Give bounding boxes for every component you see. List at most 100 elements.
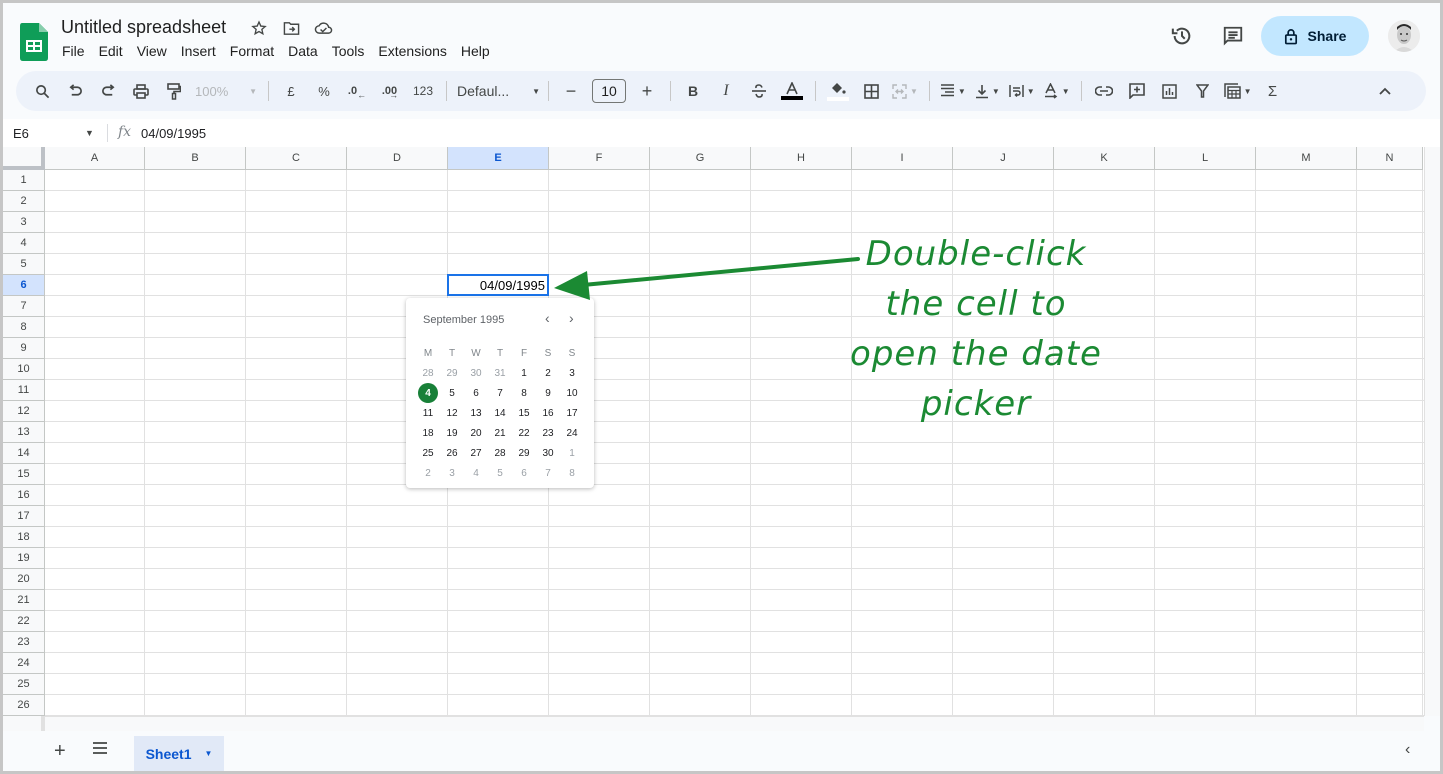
account-avatar[interactable] xyxy=(1388,20,1420,52)
chevron-down-icon[interactable]: ▼ xyxy=(85,128,94,138)
menu-format[interactable]: Format xyxy=(223,43,281,59)
borders-icon[interactable] xyxy=(859,77,883,105)
row-header-19[interactable]: 19 xyxy=(3,548,45,569)
row-header-14[interactable]: 14 xyxy=(3,443,45,464)
select-all-corner[interactable] xyxy=(3,147,45,170)
text-rotation-icon[interactable]: ▼ xyxy=(1044,77,1070,105)
bold-button[interactable]: B xyxy=(681,77,705,105)
vertical-scrollbar[interactable] xyxy=(1424,147,1440,716)
calendar-day[interactable]: 30 xyxy=(464,363,488,383)
row-header-23[interactable]: 23 xyxy=(3,632,45,653)
calendar-day[interactable]: 30 xyxy=(536,443,560,463)
calendar-day[interactable]: 17 xyxy=(560,403,584,423)
menu-data[interactable]: Data xyxy=(281,43,325,59)
side-panel-toggle-icon[interactable]: ‹ xyxy=(1405,741,1410,759)
calendar-day[interactable]: 6 xyxy=(464,383,488,403)
column-header-c[interactable]: C xyxy=(246,147,347,170)
calendar-day[interactable]: 28 xyxy=(416,363,440,383)
previous-month-icon[interactable]: ‹ xyxy=(545,310,550,326)
calendar-day[interactable]: 16 xyxy=(536,403,560,423)
row-header-13[interactable]: 13 xyxy=(3,422,45,443)
column-header-h[interactable]: H xyxy=(751,147,852,170)
column-header-m[interactable]: M xyxy=(1256,147,1357,170)
calendar-day[interactable]: 22 xyxy=(512,423,536,443)
calendar-day[interactable]: 29 xyxy=(512,443,536,463)
calendar-day[interactable]: 1 xyxy=(512,363,536,383)
currency-format-button[interactable]: £ xyxy=(279,77,303,105)
spreadsheet-grid[interactable]: A B C D E F G H I J K L M N 1 2 3 4 5 6 7 8 9 10 11 12 13 14 15 16 17 1… xyxy=(3,147,1424,716)
row-header-8[interactable]: 8 xyxy=(3,317,45,338)
move-to-folder-icon[interactable] xyxy=(281,18,301,38)
column-header-i[interactable]: I xyxy=(852,147,953,170)
calendar-day[interactable]: 25 xyxy=(416,443,440,463)
paint-format-icon[interactable] xyxy=(162,77,186,105)
menu-insert[interactable]: Insert xyxy=(174,43,223,59)
row-header-24[interactable]: 24 xyxy=(3,653,45,674)
undo-icon[interactable] xyxy=(63,77,87,105)
star-icon[interactable] xyxy=(249,18,269,38)
column-header-a[interactable]: A xyxy=(45,147,145,170)
column-header-b[interactable]: B xyxy=(145,147,246,170)
increase-decimal-button[interactable]: .00 → xyxy=(378,77,402,105)
calendar-day[interactable]: 15 xyxy=(512,403,536,423)
italic-button[interactable]: I xyxy=(714,77,738,105)
row-header-22[interactable]: 22 xyxy=(3,611,45,632)
row-header-6[interactable]: 6 xyxy=(3,275,45,296)
merge-cells-icon[interactable]: ▼ xyxy=(892,77,918,105)
more-formats-button[interactable]: 123 xyxy=(411,77,435,105)
row-header-17[interactable]: 17 xyxy=(3,506,45,527)
decrease-font-size-button[interactable]: − xyxy=(559,77,583,105)
row-header-11[interactable]: 11 xyxy=(3,380,45,401)
sheet-tab[interactable]: Sheet1 ▼ xyxy=(134,736,224,771)
calendar-day[interactable]: 19 xyxy=(440,423,464,443)
calendar-day[interactable]: 5 xyxy=(440,383,464,403)
calendar-day[interactable]: 6 xyxy=(512,463,536,483)
calendar-day[interactable]: 2 xyxy=(536,363,560,383)
search-menus-icon[interactable] xyxy=(30,77,54,105)
row-header-25[interactable]: 25 xyxy=(3,674,45,695)
row-header-10[interactable]: 10 xyxy=(3,359,45,380)
functions-button[interactable]: Σ xyxy=(1261,77,1285,105)
zoom-select[interactable]: 100% ▼ xyxy=(195,77,257,105)
all-sheets-menu-icon[interactable] xyxy=(92,741,108,755)
row-header-20[interactable]: 20 xyxy=(3,569,45,590)
share-button[interactable]: Share xyxy=(1261,16,1369,56)
add-sheet-icon[interactable]: + xyxy=(54,740,66,763)
calendar-day[interactable]: 9 xyxy=(536,383,560,403)
document-title[interactable]: Untitled spreadsheet xyxy=(61,17,226,38)
version-history-icon[interactable] xyxy=(1171,25,1193,47)
sheets-logo-icon[interactable] xyxy=(20,23,48,61)
filter-icon[interactable] xyxy=(1191,77,1215,105)
menu-help[interactable]: Help xyxy=(454,43,497,59)
menu-view[interactable]: View xyxy=(130,43,174,59)
cloud-saved-icon[interactable] xyxy=(313,18,333,38)
active-cell-e6[interactable]: 04/09/1995 xyxy=(447,274,549,296)
calendar-day[interactable]: 2 xyxy=(416,463,440,483)
column-header-k[interactable]: K xyxy=(1054,147,1155,170)
calendar-day[interactable]: 3 xyxy=(440,463,464,483)
calendar-day[interactable]: 13 xyxy=(464,403,488,423)
comments-icon[interactable] xyxy=(1222,25,1244,47)
menu-file[interactable]: File xyxy=(55,43,92,59)
column-header-e[interactable]: E xyxy=(448,147,549,170)
calendar-day[interactable]: 21 xyxy=(488,423,512,443)
calendar-day[interactable]: 14 xyxy=(488,403,512,423)
calendar-day[interactable]: 28 xyxy=(488,443,512,463)
calendar-day[interactable]: 7 xyxy=(536,463,560,483)
row-header-3[interactable]: 3 xyxy=(3,212,45,233)
calendar-day[interactable]: 8 xyxy=(512,383,536,403)
row-header-1[interactable]: 1 xyxy=(3,170,45,191)
insert-link-icon[interactable] xyxy=(1092,77,1116,105)
insert-chart-icon[interactable] xyxy=(1158,77,1182,105)
strikethrough-icon[interactable] xyxy=(747,77,771,105)
vertical-align-icon[interactable]: ▼ xyxy=(975,77,1000,105)
calendar-day[interactable]: 26 xyxy=(440,443,464,463)
calendar-day[interactable]: 31 xyxy=(488,363,512,383)
print-icon[interactable] xyxy=(129,77,153,105)
percent-format-button[interactable]: % xyxy=(312,77,336,105)
horizontal-align-icon[interactable]: ▼ xyxy=(940,77,966,105)
calendar-day[interactable]: 7 xyxy=(488,383,512,403)
calendar-day[interactable]: 4 xyxy=(464,463,488,483)
menu-edit[interactable]: Edit xyxy=(92,43,130,59)
name-box[interactable]: E6 xyxy=(13,126,29,141)
